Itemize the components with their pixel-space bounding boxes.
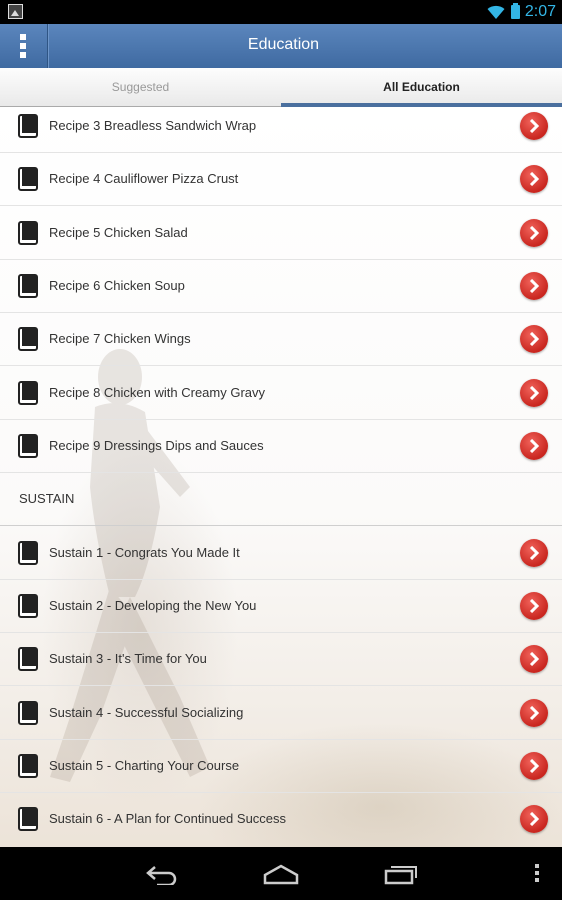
list-item-label: Recipe 6 Chicken Soup (49, 278, 185, 293)
list-item-label: Recipe 4 Cauliflower Pizza Crust (49, 171, 239, 186)
app-bar: Education (0, 24, 562, 69)
tab-suggested[interactable]: Suggested (0, 68, 281, 107)
back-icon[interactable] (145, 863, 179, 885)
chevron-right-icon[interactable] (520, 645, 548, 673)
chevron-right-icon[interactable] (520, 432, 548, 460)
section-header-label: SUSTAIN (19, 491, 75, 506)
chevron-right-icon[interactable] (520, 165, 548, 193)
list-item[interactable]: Recipe 3 Breadless Sandwich Wrap (0, 107, 562, 153)
list-item[interactable]: Sustain 1 - Congrats You Made It (0, 527, 562, 580)
list-item-label: Sustain 3 - It's Time for You (49, 651, 207, 666)
chevron-right-icon[interactable] (520, 379, 548, 407)
chevron-right-icon[interactable] (520, 272, 548, 300)
overflow-icon[interactable] (534, 863, 540, 883)
list-item[interactable]: Sustain 6 - A Plan for Continued Success (0, 793, 562, 846)
list-item-label: Recipe 3 Breadless Sandwich Wrap (49, 118, 257, 133)
status-bar: 2:07 (0, 0, 562, 24)
list-item[interactable]: Sustain 3 - It's Time for You (0, 633, 562, 686)
list-item-label: Sustain 6 - A Plan for Continued Success (49, 811, 287, 826)
list-item[interactable]: Recipe 4 Cauliflower Pizza Crust (0, 153, 562, 206)
book-icon (18, 647, 38, 671)
list-item-label: Recipe 8 Chicken with Creamy Gravy (49, 385, 266, 400)
book-icon (18, 114, 38, 138)
education-list[interactable]: Recipe 3 Breadless Sandwich Wrap Recipe … (0, 107, 562, 847)
image-notification-icon (8, 4, 23, 19)
list-item-label: Recipe 5 Chicken Salad (49, 225, 188, 240)
chevron-right-icon[interactable] (520, 112, 548, 140)
system-nav-bar (0, 847, 562, 900)
book-icon (18, 754, 38, 778)
status-time: 2:07 (524, 3, 556, 20)
list-item[interactable]: Recipe 7 Chicken Wings (0, 313, 562, 366)
chevron-right-icon[interactable] (520, 752, 548, 780)
tab-bar: Suggested All Education (0, 68, 562, 107)
book-icon (18, 434, 38, 458)
book-icon (18, 167, 38, 191)
book-icon (18, 541, 38, 565)
chevron-right-icon[interactable] (520, 539, 548, 567)
battery-icon (511, 3, 520, 19)
tab-all-education[interactable]: All Education (281, 68, 562, 107)
list-item[interactable]: Recipe 8 Chicken with Creamy Gravy (0, 367, 562, 420)
list-item-label: Sustain 4 - Successful Socializing (49, 705, 244, 720)
chevron-right-icon[interactable] (520, 592, 548, 620)
book-icon (18, 327, 38, 351)
chevron-right-icon[interactable] (520, 325, 548, 353)
list-item[interactable]: Recipe 6 Chicken Soup (0, 260, 562, 313)
recent-apps-icon[interactable] (384, 863, 418, 885)
list-item[interactable]: Sustain 2 - Developing the New You (0, 580, 562, 633)
book-icon (18, 807, 38, 831)
book-icon (18, 701, 38, 725)
list-item[interactable]: Sustain 4 - Successful Socializing (0, 687, 562, 740)
chevron-right-icon[interactable] (520, 699, 548, 727)
list-item-label: Recipe 9 Dressings Dips and Sauces (49, 438, 264, 453)
home-icon[interactable] (263, 863, 299, 885)
book-icon (18, 594, 38, 618)
book-icon (18, 221, 38, 245)
list-item[interactable]: Sustain 5 - Charting Your Course (0, 740, 562, 793)
chevron-right-icon[interactable] (520, 805, 548, 833)
list-item-label: Sustain 5 - Charting Your Course (49, 758, 240, 773)
page-title: Education (247, 36, 320, 53)
list-item[interactable]: Recipe 5 Chicken Salad (0, 207, 562, 260)
wifi-icon (487, 5, 505, 19)
chevron-right-icon[interactable] (520, 219, 548, 247)
list-item-label: Sustain 2 - Developing the New You (49, 598, 257, 613)
list-item-label: Recipe 7 Chicken Wings (49, 331, 191, 346)
list-item-label: Sustain 1 - Congrats You Made It (49, 545, 240, 560)
book-icon (18, 381, 38, 405)
book-icon (18, 274, 38, 298)
list-item[interactable]: Recipe 9 Dressings Dips and Sauces (0, 420, 562, 473)
section-header: SUSTAIN (0, 473, 562, 526)
